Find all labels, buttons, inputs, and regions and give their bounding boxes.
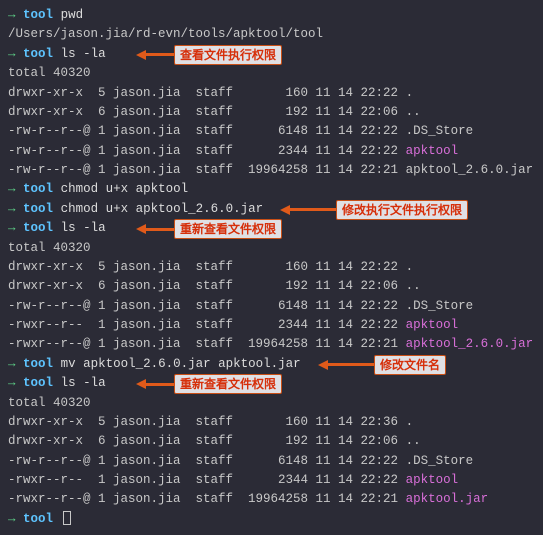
cmd-line-mv[interactable]: → tool mv apktool_2.6.0.jar apktool.jar … — [8, 355, 535, 374]
callout-view-perms: 查看文件执行权限 — [136, 45, 282, 65]
cmd-line-pwd[interactable]: → tool pwd — [8, 6, 535, 25]
ls-row: -rwxr--r-- 1 jason.jia staff 2344 11 14 … — [8, 471, 535, 490]
ls-row: -rw-r--r--@ 1 jason.jia staff 2344 11 14… — [8, 142, 535, 161]
file-apktool: apktool — [406, 473, 459, 487]
cursor-icon — [63, 511, 71, 525]
callout-modify-exec: 修改执行文件执行权限 — [280, 200, 468, 220]
ls-row: -rwxr--r-- 1 jason.jia staff 2344 11 14 … — [8, 316, 535, 335]
ls-row: -rw-r--r--@ 1 jason.jia staff 6148 11 14… — [8, 297, 535, 316]
file-apktool-jar: apktool.jar — [406, 492, 489, 506]
callout-recheck-perms: 重新查看文件权限 — [136, 219, 282, 239]
cmd-line-ls1[interactable]: → tool ls -la 查看文件执行权限 — [8, 45, 535, 64]
ls-row: drwxr-xr-x 6 jason.jia staff 192 11 14 2… — [8, 432, 535, 451]
cmd-line-ls2[interactable]: → tool ls -la 重新查看文件权限 — [8, 219, 535, 238]
total-line: total 40320 — [8, 394, 535, 413]
prompt-arrow: → — [8, 8, 16, 22]
file-apktool: apktool — [406, 318, 459, 332]
cmd-line-ls3[interactable]: → tool ls -la 重新查看文件权限 — [8, 374, 535, 393]
cmd-line-cursor[interactable]: → tool — [8, 510, 535, 529]
total-line: total 40320 — [8, 64, 535, 83]
callout-rename: 修改文件名 — [318, 355, 446, 375]
ls-row: drwxr-xr-x 5 jason.jia staff 160 11 14 2… — [8, 258, 535, 277]
ls-row: -rwxr--r--@ 1 jason.jia staff 19964258 1… — [8, 335, 535, 354]
ls-row: drwxr-xr-x 5 jason.jia staff 160 11 14 2… — [8, 413, 535, 432]
cmd-line-chmod2[interactable]: → tool chmod u+x apktool_2.6.0.jar 修改执行文… — [8, 200, 535, 219]
file-apktool: apktool — [406, 144, 459, 158]
cmd-text: pwd — [61, 8, 84, 22]
ls-row: -rwxr--r--@ 1 jason.jia staff 19964258 1… — [8, 490, 535, 509]
ls-row: drwxr-xr-x 6 jason.jia staff 192 11 14 2… — [8, 277, 535, 296]
cmd-line-chmod1[interactable]: → tool chmod u+x apktool — [8, 180, 535, 199]
total-line: total 40320 — [8, 239, 535, 258]
pwd-output: /Users/jason.jia/rd-evn/tools/apktool/to… — [8, 25, 535, 44]
prompt-dir: tool — [23, 8, 53, 22]
file-apktool-jar: apktool_2.6.0.jar — [406, 337, 534, 351]
ls-row: -rw-r--r--@ 1 jason.jia staff 6148 11 14… — [8, 122, 535, 141]
ls-row: -rw-r--r--@ 1 jason.jia staff 19964258 1… — [8, 161, 535, 180]
ls-row: -rw-r--r--@ 1 jason.jia staff 6148 11 14… — [8, 452, 535, 471]
callout-recheck-perms-2: 重新查看文件权限 — [136, 374, 282, 394]
ls-row: drwxr-xr-x 6 jason.jia staff 192 11 14 2… — [8, 103, 535, 122]
ls-row: drwxr-xr-x 5 jason.jia staff 160 11 14 2… — [8, 84, 535, 103]
